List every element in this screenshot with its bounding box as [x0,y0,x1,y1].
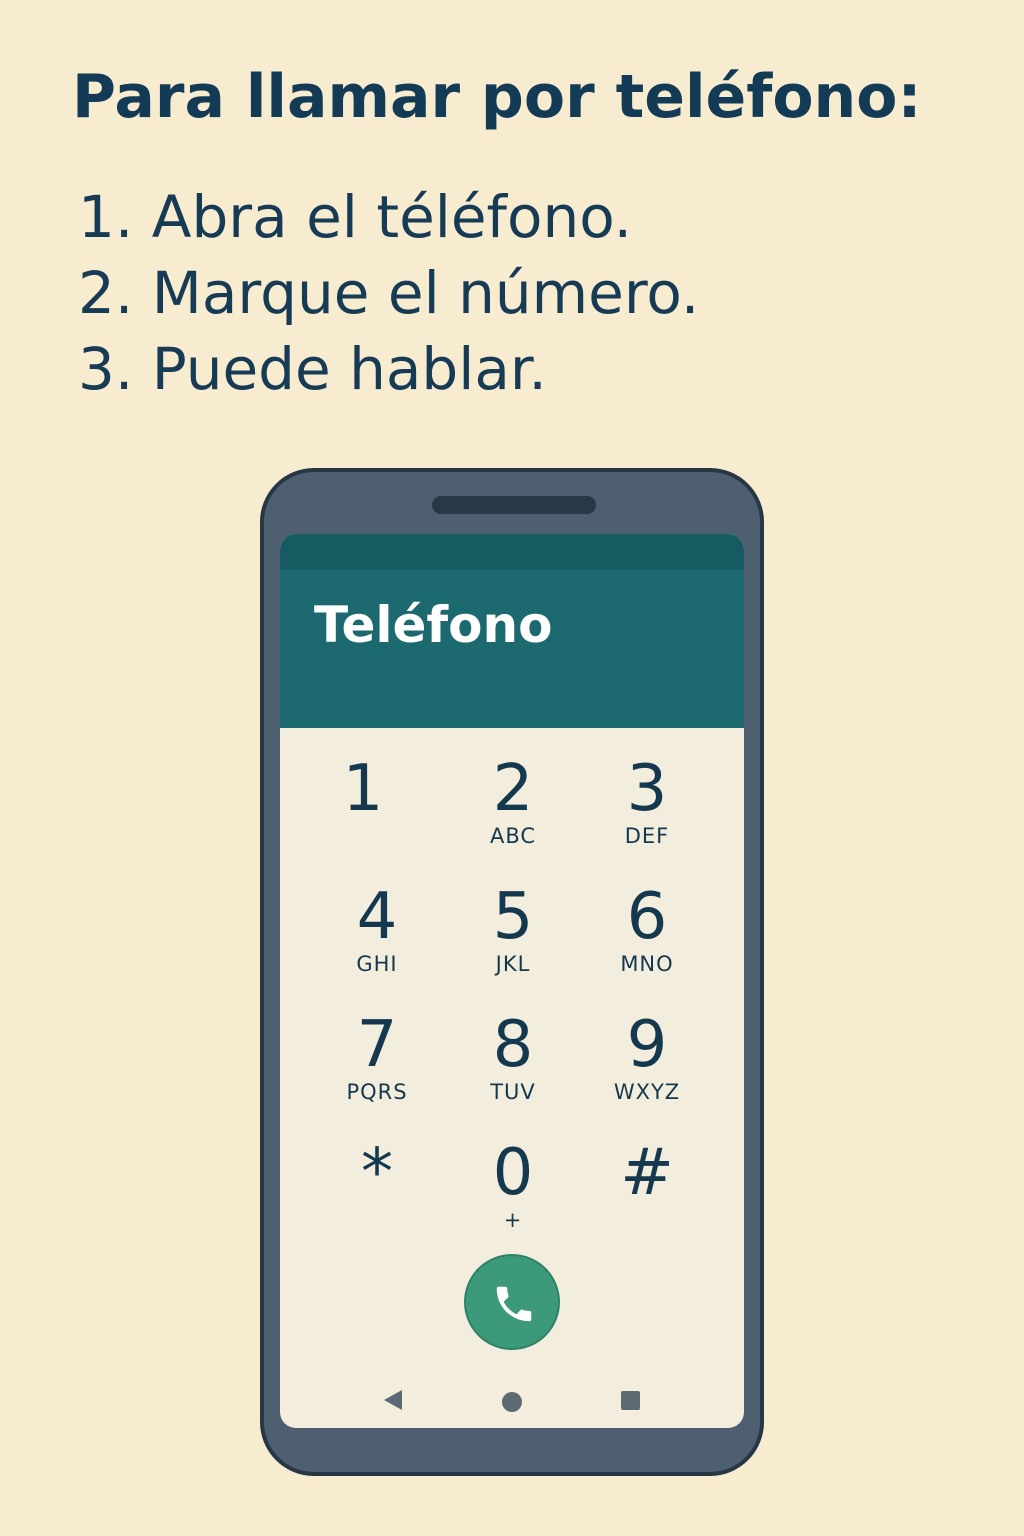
instruction-step-1: 1. Abra el téléfono. [78,183,633,251]
key-digit: 5 [492,880,534,954]
instructions: Para llamar por teléfono: 1. Abra el tél… [72,55,972,407]
key-digit: 0 [492,1136,534,1210]
key-5[interactable]: 5 JKL [458,882,568,1000]
key-2[interactable]: 2 ABC [458,754,568,872]
key-hash[interactable]: # [592,1138,702,1256]
key-letters: DEF [624,824,670,848]
app-title: Teléfono [314,596,553,654]
instruction-step-2: 2. Marque el número. [78,259,700,327]
key-digit: 4 [356,880,398,954]
key-digit: 9 [626,1008,668,1082]
key-3[interactable]: 3 DEF [592,754,702,872]
phone-speaker [432,496,596,514]
key-letters: MNO [620,952,674,976]
phone-device: Teléfono 1 2 ABC 3 DEF 4 GHI 5 JKL 6 MNO… [260,468,764,1476]
key-1[interactable]: 1 [308,754,418,872]
phone-screen: Teléfono 1 2 ABC 3 DEF 4 GHI 5 JKL 6 MNO… [280,534,744,1428]
instruction-steps: 1. Abra el téléfono. 2. Marque el número… [78,179,972,407]
key-digit: 3 [626,752,668,826]
app-header: Teléfono [280,570,744,728]
key-6[interactable]: 6 MNO [592,882,702,1000]
key-digit: 2 [492,752,534,826]
key-letters: ABC [489,824,537,848]
key-0[interactable]: 0 + [458,1138,568,1256]
navigation-bar [280,1382,744,1418]
key-digit: # [620,1136,674,1210]
key-digit: 7 [356,1008,398,1082]
instructions-title: Para llamar por teléfono: [72,62,922,132]
call-button[interactable] [464,1254,560,1350]
instruction-step-3: 3. Puede hablar. [78,335,547,403]
key-8[interactable]: 8 TUV [458,1010,568,1128]
back-icon[interactable] [382,1388,404,1412]
recents-icon[interactable] [621,1391,640,1410]
key-digit: * [361,1136,393,1210]
key-digit: 8 [492,1008,534,1082]
key-9[interactable]: 9 WXYZ [592,1010,702,1128]
key-letters: GHI [356,952,398,976]
phone-icon [496,1286,532,1322]
status-bar [280,534,744,570]
key-digit: 6 [626,880,668,954]
key-letters: WXYZ [613,1080,681,1104]
key-letters: PQRS [346,1080,408,1104]
home-icon[interactable] [502,1392,522,1412]
key-4[interactable]: 4 GHI [322,882,432,1000]
key-letters: TUV [490,1080,536,1104]
key-letters: + [503,1208,523,1232]
key-letters: JKL [495,952,531,976]
key-star[interactable]: * [322,1138,432,1256]
key-digit: 1 [342,752,384,826]
key-7[interactable]: 7 PQRS [322,1010,432,1128]
